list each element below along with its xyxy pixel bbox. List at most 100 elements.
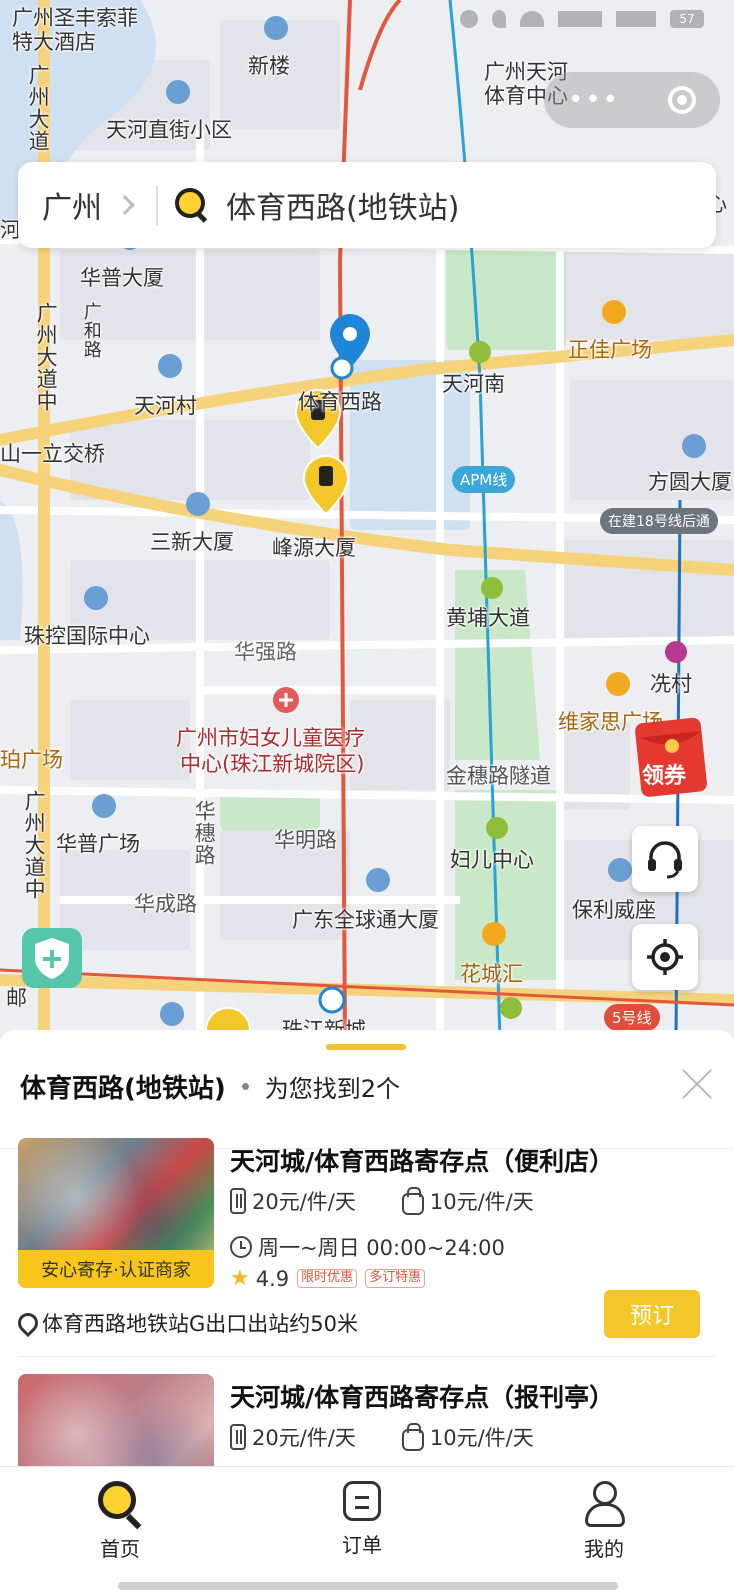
signal-icon: [616, 11, 656, 27]
shield-plus-icon: [35, 938, 69, 979]
bottom-tab-bar: 首页 订单 我的: [0, 1466, 734, 1591]
map-label: 华明路: [274, 828, 337, 852]
address-row: 体育西路地铁站G出口出站约50米: [18, 1308, 358, 1338]
search-input[interactable]: 体育西路(地铁站): [226, 183, 459, 227]
map-label: 广和路: [80, 302, 102, 359]
crosshair-icon: [647, 939, 683, 975]
apm-line-badge: APM线: [452, 466, 516, 493]
chevron-right-icon: [115, 195, 135, 215]
coupon-button[interactable]: 领券: [634, 714, 714, 800]
map-label: 中心(珠江新城院区): [180, 752, 365, 776]
map-label: 华普大厦: [80, 266, 164, 290]
headset-icon: [648, 841, 682, 879]
status-bar: 57: [0, 0, 734, 40]
wifi-icon: [520, 11, 544, 27]
map-label: 天河村: [134, 394, 197, 418]
map-label: 华强路: [234, 640, 297, 664]
line18-badge: 在建18号线后通: [600, 508, 718, 534]
certified-badge: 安心寄存·认证商家: [18, 1250, 214, 1288]
signal-icon: [558, 11, 602, 27]
close-miniprogram-icon[interactable]: [667, 86, 696, 114]
battery-icon: 57: [670, 10, 704, 28]
map-label: 广州大道中: [22, 790, 47, 900]
coupon-label: 领券: [642, 764, 687, 789]
map-label: 妇儿中心: [450, 848, 534, 872]
map-label: 珀广场: [0, 748, 63, 772]
map-label: 金穗路隧道: [446, 764, 551, 788]
home-indicator: [118, 1582, 618, 1590]
map-label: 华穗路: [192, 800, 217, 866]
backpack-icon: [401, 1186, 424, 1215]
rating-row: ★ 4.9 限时优惠 多订特惠: [230, 1266, 426, 1291]
map-label: 广州市妇女儿童医疗: [176, 726, 365, 750]
hours-row: 周一~周日 00:00~24:00: [230, 1232, 505, 1262]
search-icon: [174, 187, 210, 223]
tab-me-label: 我的: [584, 1537, 624, 1561]
line5-badge: 5号线: [604, 1004, 660, 1031]
luggage-icon: [230, 1424, 246, 1450]
result-count: 为您找到2个: [264, 1075, 401, 1103]
map-label: 花城汇: [460, 962, 523, 986]
map-label: 广州大道中: [34, 302, 59, 412]
clock-icon: [230, 1236, 252, 1258]
tab-home-label: 首页: [100, 1537, 140, 1561]
location-pin-icon: [18, 1313, 32, 1333]
alarm-icon: [460, 10, 478, 28]
store-title: 天河城/体育西路寄存点（报刊亭）: [230, 1383, 615, 1412]
user-icon: [582, 1481, 626, 1527]
more-icon[interactable]: •••: [568, 87, 620, 113]
luggage-icon: [230, 1188, 246, 1214]
separator-dot: [241, 1083, 249, 1090]
map-label: 珠控国际中心: [24, 624, 150, 648]
tab-home[interactable]: 首页: [60, 1481, 180, 1562]
tab-orders[interactable]: 订单: [302, 1481, 422, 1558]
business-hours: 周一~周日 00:00~24:00: [258, 1236, 505, 1260]
price-row: 20元/件/天 10元/件/天: [230, 1422, 534, 1452]
map-label: 正佳广场: [568, 338, 652, 362]
city-selector[interactable]: 广州: [42, 183, 102, 227]
map-label: 体育西路: [298, 390, 382, 414]
store-photo: 安心寄存·认证商家: [18, 1138, 214, 1288]
map-label: 天河南: [442, 372, 505, 396]
order-list-icon: [343, 1481, 381, 1521]
home-search-icon: [98, 1481, 142, 1525]
map-label: 冼村: [650, 672, 692, 696]
sheet-drag-handle[interactable]: [326, 1044, 406, 1050]
promo-tag: 多订特惠: [365, 1269, 426, 1288]
map-label: 保利威座: [572, 898, 656, 922]
map-label: 天河直街小区: [106, 118, 232, 142]
tab-orders-label: 订单: [342, 1533, 382, 1557]
search-divider: [156, 185, 158, 225]
book-button[interactable]: 预订: [604, 1290, 700, 1338]
tab-me[interactable]: 我的: [544, 1481, 664, 1562]
rating-value: 4.9: [255, 1266, 290, 1291]
map-label: 广东全球通大厦: [292, 908, 439, 932]
store-title: 天河城/体育西路寄存点（便利店）: [230, 1147, 615, 1176]
map-label: 新楼: [248, 54, 290, 78]
backpack-icon: [401, 1422, 424, 1451]
results-sheet[interactable]: 体育西路(地铁站) 为您找到2个 安心寄存·认证商家 天河城/体育西路寄存点（便…: [0, 1030, 734, 1524]
map-label: 峰源大厦: [272, 536, 356, 560]
close-icon[interactable]: [678, 1064, 716, 1102]
sheet-title: 体育西路(地铁站): [20, 1074, 226, 1104]
map-label: 华成路: [134, 892, 197, 916]
insurance-shield-button[interactable]: [22, 928, 82, 988]
price-luggage: 20元/件/天: [252, 1190, 356, 1214]
price-luggage: 20元/件/天: [252, 1426, 356, 1450]
map-label: 广州大道: [26, 64, 51, 152]
map-label: 方圆大厦: [648, 470, 732, 494]
map-view[interactable]: 广州圣丰索菲 特大酒店 新楼 广州天河 体育中心 天河直街小区 广州大道 华普大…: [0, 0, 734, 1040]
sheet-header: 体育西路(地铁站) 为您找到2个: [20, 1068, 400, 1105]
price-row: 20元/件/天 10元/件/天: [230, 1186, 534, 1216]
promo-tag: 限时优惠: [297, 1269, 358, 1288]
customer-service-button[interactable]: [632, 826, 698, 892]
divider: [18, 1356, 716, 1357]
map-label: 邮: [6, 986, 27, 1010]
price-bag: 10元/件/天: [429, 1426, 534, 1450]
search-bar[interactable]: 广州 体育西路(地铁站): [18, 162, 716, 248]
location-icon: [492, 10, 506, 28]
locate-me-button[interactable]: [632, 924, 698, 990]
map-label: 华普广场: [56, 832, 140, 856]
map-label: 黄埔大道: [446, 606, 530, 630]
map-label: 三新大厦: [150, 530, 234, 554]
